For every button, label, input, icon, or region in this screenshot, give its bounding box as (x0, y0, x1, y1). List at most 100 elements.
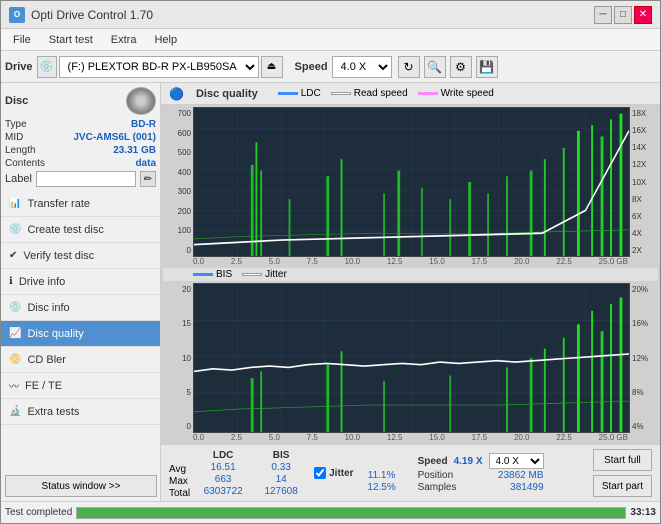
nav-fe-te-icon: 〰 (9, 378, 19, 393)
nav-create-icon: 💿 (9, 224, 21, 235)
minimize-button[interactable]: ─ (594, 6, 612, 24)
jitter-checkbox[interactable] (314, 467, 326, 479)
nav-menu: 📊 Transfer rate 💿 Create test disc ✔ Ver… (1, 191, 160, 471)
label-input[interactable] (36, 171, 136, 187)
nav-fe-te-label: FE / TE (25, 380, 62, 392)
stats-bar: Avg Max Total LDC 16.51 663 6303722 BIS … (161, 444, 660, 501)
type-value: BD-R (131, 119, 156, 130)
menu-help[interactable]: Help (146, 32, 185, 48)
chart1-y-right: 18X16X14X12X10X8X6X4X2X (630, 107, 658, 257)
menu-start-test[interactable]: Start test (41, 32, 101, 48)
stats-ldc: LDC 16.51 663 6303722 (198, 450, 248, 497)
nav-transfer-rate-icon: 📊 (9, 198, 21, 209)
stats-jitter: 11.1% 12.5% (362, 453, 402, 493)
maximize-button[interactable]: □ (614, 6, 632, 24)
nav-create-label: Create test disc (27, 224, 103, 236)
chart2-x-axis: 0.02.55.07.510.012.515.017.520.022.525.0… (163, 433, 658, 442)
legend-ldc: LDC (278, 88, 321, 99)
total-bis: 127608 (256, 486, 306, 497)
refresh-button[interactable]: ↻ (398, 56, 420, 78)
nav-disc-info-label: Disc info (27, 302, 69, 314)
nav-disc-quality[interactable]: 📈 Disc quality (1, 321, 160, 347)
max-ldc: 663 (198, 474, 248, 485)
nav-disc-quality-icon: 📈 (9, 328, 21, 339)
speed-label: Speed (295, 61, 328, 73)
samples-value: 381499 (510, 482, 543, 493)
speed-current-value: 4.19 X (454, 456, 483, 467)
nav-cd-bler[interactable]: 📀 CD Bler (1, 347, 160, 373)
ldc-header: LDC (198, 450, 248, 461)
nav-verify-test-disc[interactable]: ✔ Verify test disc (1, 243, 160, 269)
mid-label: MID (5, 132, 23, 143)
avg-ldc: 16.51 (198, 462, 248, 473)
type-label: Type (5, 119, 27, 130)
length-value: 23.31 GB (113, 145, 156, 156)
chart1-body (193, 107, 630, 257)
chart-title: Disc quality (196, 88, 258, 100)
speed-stat-label: Speed (418, 456, 448, 467)
speed-select[interactable]: 4.0 X (332, 56, 392, 78)
save-button[interactable]: 💾 (476, 56, 498, 78)
nav-disc-info[interactable]: 💿 Disc info (1, 295, 160, 321)
legend-write-label: Write speed (441, 88, 494, 99)
nav-verify-icon: ✔ (9, 250, 17, 261)
drive-select[interactable]: (F:) PLEXTOR BD-R PX-LB950SA 1.06 (59, 56, 259, 78)
app-window: O Opti Drive Control 1.70 ─ □ ✕ File Sta… (0, 0, 661, 524)
status-time: 33:13 (630, 507, 656, 518)
nav-drive-info-icon: ℹ (9, 276, 13, 287)
start-full-button[interactable]: Start full (593, 449, 652, 471)
menu-file[interactable]: File (5, 32, 39, 48)
app-icon: O (9, 7, 25, 23)
chart2-y-left: 20151050 (163, 283, 193, 433)
scan-button[interactable]: 🔍 (424, 56, 446, 78)
position-label: Position (418, 470, 454, 481)
app-title: Opti Drive Control 1.70 (31, 8, 153, 22)
max-bis: 14 (256, 474, 306, 485)
disc-graphic (126, 87, 156, 115)
chart2-legend: BIS Jitter (163, 268, 658, 281)
menu-bar: File Start test Extra Help (1, 29, 660, 51)
status-window-button[interactable]: Status window >> (5, 475, 157, 497)
chart1-container: 7006005004003002001000 (163, 107, 658, 266)
label-icon[interactable]: ✏ (140, 171, 156, 187)
disc-section: Disc Type BD-R MID JVC-AMS6L (001) Lengt… (1, 83, 160, 191)
menu-extra[interactable]: Extra (103, 32, 145, 48)
jitter-header: Jitter (329, 468, 353, 479)
legend-jitter-label: Jitter (265, 269, 287, 280)
label-label: Label (5, 173, 32, 185)
title-bar: O Opti Drive Control 1.70 ─ □ ✕ (1, 1, 660, 29)
chart2-body (193, 283, 630, 433)
drive-icon-btn[interactable]: 💿 (37, 56, 57, 78)
close-button[interactable]: ✕ (634, 6, 652, 24)
nav-transfer-rate-label: Transfer rate (27, 198, 90, 210)
nav-create-test-disc[interactable]: 💿 Create test disc (1, 217, 160, 243)
chart-header: 🔵 Disc quality LDC Read speed Write spee… (161, 83, 660, 105)
nav-fe-te[interactable]: 〰 FE / TE (1, 373, 160, 399)
start-buttons: Start full Start part (589, 449, 652, 497)
avg-jitter: 11.1% (362, 470, 402, 481)
jitter-checkbox-group: Jitter (314, 467, 353, 479)
mid-value: JVC-AMS6L (001) (73, 132, 156, 143)
nav-drive-info[interactable]: ℹ Drive info (1, 269, 160, 295)
nav-extra-tests[interactable]: 🔬 Extra tests (1, 399, 160, 425)
bis-header: BIS (256, 450, 306, 461)
legend-read-speed: Read speed (331, 88, 408, 99)
max-label: Max (169, 476, 190, 487)
speed-stat-select[interactable]: 4.0 X (489, 453, 544, 469)
chart1-x-axis: 0.02.55.07.510.012.515.017.520.022.525.0… (163, 257, 658, 266)
legend-bis-label: BIS (216, 269, 232, 280)
progress-bar (76, 507, 626, 519)
stats-labels: Avg Max Total (169, 447, 190, 499)
samples-label: Samples (418, 482, 457, 493)
eject-button[interactable]: ⏏ (261, 56, 283, 78)
legend-read-label: Read speed (354, 88, 408, 99)
settings-button[interactable]: ⚙ (450, 56, 472, 78)
avg-label: Avg (169, 464, 190, 475)
chart1-y-left: 7006005004003002001000 (163, 107, 193, 257)
chart2-container: 20151050 (163, 283, 658, 442)
start-part-button[interactable]: Start part (593, 475, 652, 497)
nav-transfer-rate[interactable]: 📊 Transfer rate (1, 191, 160, 217)
total-label: Total (169, 488, 190, 499)
contents-label: Contents (5, 158, 45, 169)
sidebar: Disc Type BD-R MID JVC-AMS6L (001) Lengt… (1, 83, 161, 501)
